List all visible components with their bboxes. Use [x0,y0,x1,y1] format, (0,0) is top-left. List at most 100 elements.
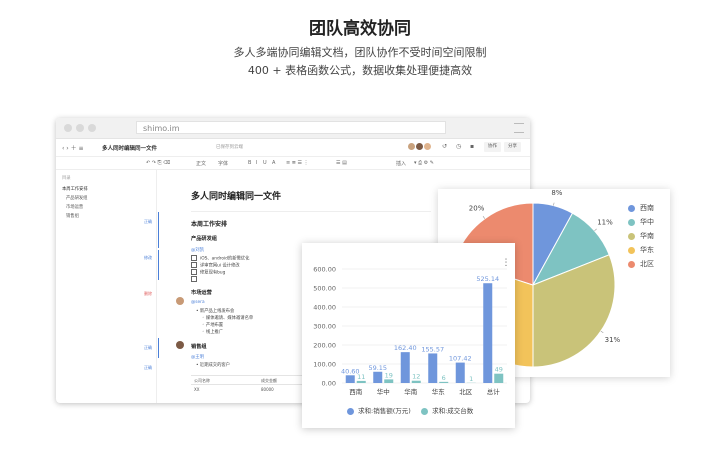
legend-swatch [628,232,635,240]
avatar[interactable] [408,143,415,150]
share-button[interactable]: 分享 [504,142,521,152]
window-dot-icon[interactable] [88,124,96,132]
chart-menu-icon[interactable]: ⋮ [502,258,511,268]
table-cell[interactable]: XX [194,387,199,392]
y-tick-label: 300.00 [313,323,336,331]
avatar[interactable] [176,341,184,349]
bullet-item[interactable]: • 近期成交的客户 [196,362,230,368]
pie-label: 20% [469,204,485,212]
style-select[interactable]: 正文 [196,160,206,167]
comment-tag[interactable]: 删除 [144,291,152,297]
clock-icon[interactable]: ◷ [456,143,461,150]
italic-button[interactable]: I [256,160,257,166]
bar-华东-1 [439,381,449,383]
window-dot-icon[interactable] [64,124,72,132]
doc-heading: 多人同时编辑同一文件 [191,192,282,202]
checkbox[interactable] [191,255,197,261]
underline-button[interactable]: U [263,160,267,166]
avatar[interactable] [416,143,423,150]
pie-leader-line [482,216,486,219]
pie-label: 11% [597,219,613,227]
insert-menu[interactable]: 插入 [396,160,406,167]
legend-swatch [421,407,429,415]
more-tools-icon[interactable]: ▾ ⎙ ⚙ ✎ [414,160,434,166]
table-cell[interactable]: 80000 [261,387,274,392]
bold-button[interactable]: B [248,160,251,166]
divider [191,211,431,212]
bullet-item[interactable]: ◦ 媒体邀请、媒体邀请名单 [202,315,253,321]
align-icon[interactable]: ≡ ≣ ☰ ⋮ [286,160,309,166]
doc-title[interactable]: 多人同时编辑同一文件 [102,144,157,152]
legend-swatch [628,204,635,212]
hero-subtitle-2: 400 + 表格函数公式，数据收集处理便捷高效 [247,64,473,77]
comment-tag[interactable]: 修改 [144,255,152,261]
group-heading: 市场运营 [191,290,212,296]
x-tick-label: 总计 [487,387,501,396]
y-tick-label: 500.00 [313,285,336,293]
bar-华南-0 [400,352,410,383]
bar-西南-0 [345,375,355,383]
outline-sidebar: 目录 本周工作安排 产品研发组 市场运营 销售组 [56,169,157,403]
pie-leader-line [600,330,604,334]
back-icon[interactable]: ‹ › ＋ ≡ [62,143,84,152]
bar-value-label: 155.57 [421,345,444,353]
task-item[interactable]: 修复现有bug [191,269,225,276]
comment-tag[interactable]: 正确 [144,219,152,225]
list-icon[interactable]: ☰ ▤ [336,160,347,166]
bar-华中-0 [373,371,383,383]
bar-legend: 求和:销售额(万元) 求和:成交台数 [347,405,473,415]
bullet-item[interactable]: ◦ 产地布置 [202,322,223,328]
pie-leader-line [594,228,597,231]
legend-swatch [347,407,354,415]
browser-titlebar: shimo.im [56,118,530,139]
mention[interactable]: @王明 [191,354,204,360]
checkbox[interactable] [191,262,197,268]
x-tick-label: 华东 [432,387,446,396]
legend-item: 西南 [628,203,654,213]
bullet-item[interactable]: ◦ 线上推广 [202,329,223,335]
avatar[interactable] [424,143,431,150]
menu-icon[interactable] [514,123,524,133]
outline-item[interactable]: 产品研发组 [66,195,87,201]
hero-title: 团队高效协同 [309,19,411,39]
bar-华东-0 [428,353,438,383]
group-heading: 销售组 [191,344,207,350]
bullet-item[interactable]: • 新产品上线发布会 [196,308,234,314]
comment-tag[interactable]: 正确 [144,365,152,371]
collaborator-avatars[interactable] [408,143,432,150]
x-tick-label: 华中 [377,387,390,396]
comment-bar [158,212,159,248]
collaborate-button[interactable]: 协作 [484,142,501,152]
checkbox[interactable] [191,269,197,275]
undo-icon[interactable]: ↶ ↷ ⎘ ⌫ [146,160,170,166]
history-icon[interactable]: ↺ [442,143,447,150]
pie-label: 8% [551,189,562,197]
legend-swatch [628,218,635,226]
url-bar[interactable]: shimo.im [136,121,446,134]
bar-value-label: 19 [385,371,393,379]
task-item[interactable]: iOS、android的新需优化 [191,255,249,262]
group-heading: 产品研发组 [191,236,217,242]
legend-label: 求和:销售额(万元) [358,407,411,415]
outline-item[interactable]: 市场运营 [66,204,83,210]
bar-value-label: 162.40 [394,344,417,352]
x-tick-label: 西南 [349,387,363,396]
task-item[interactable]: 详审官网ui 设计修改 [191,262,240,269]
outline-item[interactable]: 本周工作安排 [62,186,88,192]
bar-西南-1 [356,380,366,383]
section-heading: 本周工作安排 [191,221,228,228]
comment-tag[interactable]: 正确 [144,345,152,351]
font-select[interactable]: 字体 [218,160,228,167]
save-status: 已保存到云端 [216,145,243,150]
legend-item: 北区 [628,259,654,269]
avatar[interactable] [176,297,184,305]
text-color-button[interactable]: A [272,160,275,166]
bar-value-label: 107.42 [449,355,472,363]
checkbox[interactable] [191,276,197,282]
window-dot-icon[interactable] [76,124,84,132]
mention[interactable]: @刘凯 [191,247,204,253]
video-icon[interactable]: ▪ [470,143,474,150]
task-item[interactable] [191,276,200,283]
outline-item[interactable]: 销售组 [66,213,79,219]
mention[interactable]: @sera [191,300,205,305]
